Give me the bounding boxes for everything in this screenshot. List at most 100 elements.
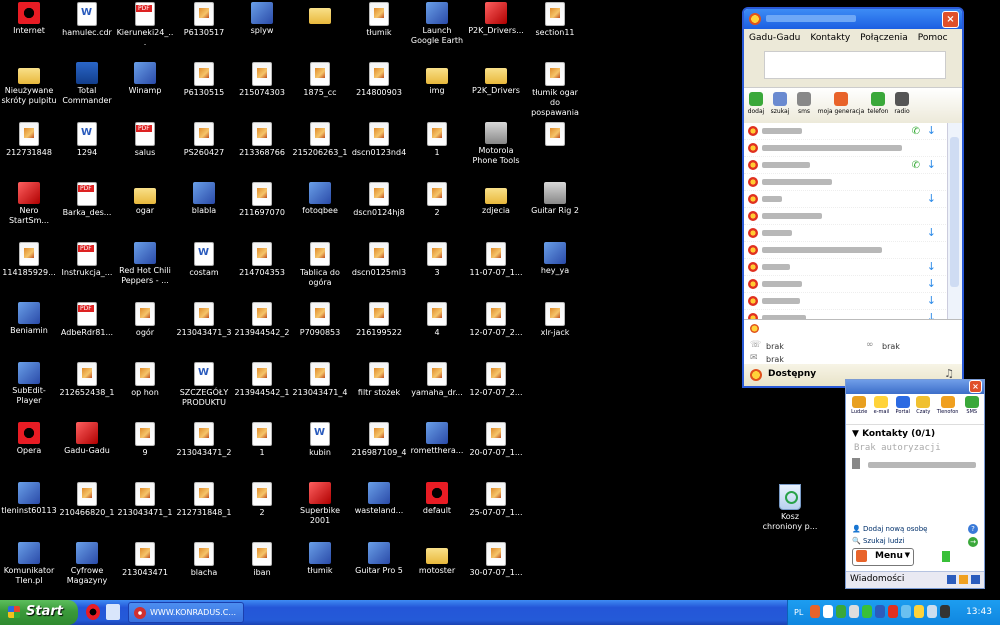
tray-icon-7[interactable] (888, 605, 898, 618)
tlen-tool-button[interactable]: e-mail (874, 396, 889, 424)
desktop-icon[interactable]: 20-07-07_1... (467, 422, 525, 458)
tray-icon-11[interactable] (940, 605, 950, 618)
desktop-icon[interactable]: 213043471_4 (291, 362, 349, 398)
phone-icon[interactable]: ✆ (912, 160, 920, 171)
show-desktop-icon[interactable] (106, 604, 120, 620)
desktop-icon[interactable]: P7090853 (291, 302, 349, 338)
arrow-down-icon[interactable]: ↓ (927, 260, 936, 273)
desktop-icon[interactable]: P6130515 (175, 62, 233, 98)
desktop-icon[interactable]: op hon (116, 362, 174, 398)
gg-contact-row[interactable]: ↓ (744, 293, 950, 310)
desktop-icon[interactable]: P2K_Drivers (467, 62, 525, 96)
desktop-icon[interactable]: zdjecia (467, 182, 525, 216)
desktop-icon[interactable]: Guitar Pro 5 (350, 542, 408, 576)
tlen-tool-icon-1[interactable] (947, 575, 956, 584)
gg-tool-button[interactable]: szukaj (768, 88, 792, 124)
desktop-icon[interactable]: 2 (233, 482, 291, 518)
desktop-icon[interactable]: Kieruneki24_... (116, 2, 174, 48)
arrow-down-icon[interactable]: ↓ (927, 226, 936, 239)
desktop-icon[interactable]: Guitar Rig 2 (526, 182, 584, 216)
gg-contact-row[interactable] (744, 140, 950, 157)
desktop-icon[interactable]: 213944542_2 (233, 302, 291, 338)
desktop-icon[interactable]: P6130517 (175, 2, 233, 38)
gg-contact-row[interactable]: ✆ ↓ (744, 123, 950, 140)
tray-icon-4[interactable] (849, 605, 859, 618)
desktop-icon[interactable]: img (408, 62, 466, 96)
desktop-icon[interactable]: kubin (291, 422, 349, 458)
desktop-icon[interactable]: tłumik ogar do pospawania (526, 62, 584, 118)
gg-scroll-thumb[interactable] (950, 137, 959, 287)
tlen-add-person[interactable]: 👤 Dodaj nową osobę (852, 525, 927, 533)
desktop-icon[interactable]: 25-07-07_1... (467, 482, 525, 518)
desktop-icon[interactable]: 214800903 (350, 62, 408, 98)
gg-menu-gadu[interactable]: Gadu-Gadu (749, 33, 800, 43)
desktop-icon[interactable]: filtr stożek (350, 362, 408, 398)
gg-contact-row[interactable] (744, 208, 950, 225)
tray-icon-2[interactable] (823, 605, 833, 618)
tlen-menu-button[interactable]: Menu ▼ (852, 548, 914, 566)
desktop-icon[interactable]: 216199522 (350, 302, 408, 338)
desktop-icon[interactable]: tłumik (291, 542, 349, 576)
tlen-tool-button[interactable]: Ludzie (851, 396, 867, 424)
desktop-icon[interactable]: 9 (116, 422, 174, 458)
gg-menu-pomoc[interactable]: Pomoc (918, 33, 948, 43)
desktop-icon[interactable]: AdbeRdr81... (58, 302, 116, 338)
desktop-icon[interactable]: Tablica do ogóra (291, 242, 349, 288)
desktop-icon[interactable]: 12-07-07_2... (467, 362, 525, 398)
gg-contact-row[interactable]: ↓ (744, 276, 950, 293)
desktop-icon[interactable]: ogar (116, 182, 174, 216)
desktop-icon[interactable]: Total Commander (58, 62, 116, 106)
phone-icon[interactable]: ✆ (912, 126, 920, 137)
gg-status-label[interactable]: Dostępny (768, 369, 816, 379)
tlen-close-button[interactable]: × (969, 380, 982, 393)
taskbar-window-button[interactable]: WWW.KONRADUS.C... (128, 602, 244, 623)
tlen-status-icon[interactable] (942, 551, 950, 562)
desktop-icon[interactable]: section11 (526, 2, 584, 38)
tlen-tool-icon-2[interactable] (959, 575, 968, 584)
gg-menu-polaczenia[interactable]: Połączenia (860, 33, 908, 43)
desktop-icon[interactable]: blabla (175, 182, 233, 216)
desktop-icon[interactable]: 215074303 (233, 62, 291, 98)
tlen-messages-bar[interactable]: Wiadomości (846, 571, 984, 588)
desktop-icon[interactable]: 213043471_3 (175, 302, 233, 338)
desktop-icon[interactable]: Cyfrowe Magazyny (58, 542, 116, 586)
desktop-icon[interactable]: 215206263_1 (291, 122, 349, 158)
desktop-icon[interactable]: 213368766 (233, 122, 291, 158)
desktop-icon[interactable]: tłumik (350, 2, 408, 38)
desktop-icon[interactable]: Nieużywane skróty pulpitu (0, 62, 58, 106)
gg-tool-button[interactable]: radio (890, 88, 914, 124)
tray-icon-6[interactable] (875, 605, 885, 618)
tray-icon-5[interactable] (862, 605, 872, 618)
desktop-icon[interactable]: 213043471 (116, 542, 174, 578)
desktop-icon[interactable]: salus (116, 122, 174, 158)
arrow-right-icon[interactable]: → (968, 537, 978, 547)
desktop-icon[interactable]: ogór (116, 302, 174, 338)
desktop-icon[interactable]: Beniamin (0, 302, 58, 336)
desktop-icon[interactable]: 213944542_1 (233, 362, 291, 398)
opera-quicklaunch-icon[interactable] (86, 604, 100, 620)
desktop-icon[interactable]: dscn0123nd4 (350, 122, 408, 158)
desktop-icon[interactable]: Barka_des... (58, 182, 116, 218)
gg-tool-button[interactable]: moja generacja (816, 88, 866, 124)
gg-contact-row[interactable]: ✆ ↓ (744, 157, 950, 174)
tlen-tool-button[interactable]: SMS (964, 396, 979, 424)
desktop-icon[interactable]: 4 (408, 302, 466, 338)
desktop-icon[interactable]: dscn0125ml3 (350, 242, 408, 278)
desktop-icon[interactable]: yamaha_dr... (408, 362, 466, 398)
desktop-icon[interactable]: Motorola Phone Tools (467, 122, 525, 166)
desktop-icon[interactable] (526, 122, 584, 148)
gg-contact-row[interactable]: ↓ (744, 259, 950, 276)
recycle-bin[interactable]: Kosz chroniony p... (760, 484, 820, 532)
desktop-icon[interactable]: PS260427 (175, 122, 233, 158)
desktop-icon[interactable]: Nero StartSm... (0, 182, 58, 226)
desktop-icon[interactable]: Red Hot Chili Peppers - ... (116, 242, 174, 286)
gg-menu-kontakty[interactable]: Kontakty (810, 33, 850, 43)
gg-contact-row[interactable] (744, 242, 950, 259)
desktop-icon[interactable]: 1 (233, 422, 291, 458)
desktop-icon[interactable]: 30-07-07_1... (467, 542, 525, 578)
language-indicator[interactable]: PL (794, 608, 803, 617)
help-icon[interactable]: ? (968, 524, 978, 534)
gg-scrollbar[interactable] (947, 123, 962, 319)
tray-icon-3[interactable] (836, 605, 846, 618)
tray-icon-8[interactable] (901, 605, 911, 618)
